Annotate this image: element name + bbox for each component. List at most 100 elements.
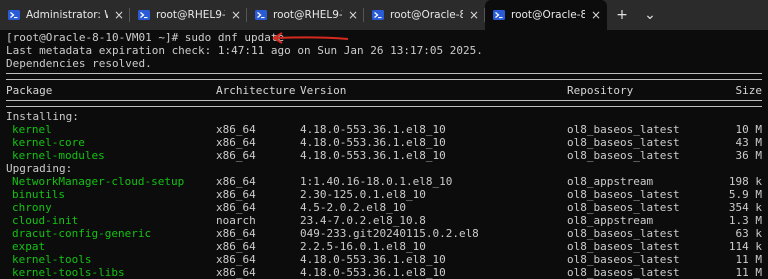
installing-section-label: Installing: bbox=[6, 110, 79, 123]
package-row: kernel-core x86_64 4.18.0-553.36.1.el8_10 o… bbox=[6, 136, 762, 149]
double-rule-divider bbox=[6, 73, 762, 80]
package-arch: x86_64 bbox=[216, 136, 256, 149]
package-arch: x86_64 bbox=[216, 240, 256, 253]
package-row: kernel-tools-libs x86_64 4.18.0-553.36.1.e… bbox=[6, 266, 762, 279]
package-size: 10 M bbox=[735, 123, 763, 136]
package-arch: x86_64 bbox=[216, 123, 256, 136]
package-version: 2.30-125.0.1.el8_10 bbox=[300, 188, 426, 201]
package-row: expat x86_64 2.2.5-16.0.1.el8_10 ol8_baseos… bbox=[6, 240, 762, 253]
package-name: binutils bbox=[12, 188, 65, 201]
package-version: 4.18.0-553.36.1.el8_10 bbox=[300, 149, 446, 162]
package-size: 354 k bbox=[728, 201, 762, 214]
header-size: Size bbox=[735, 84, 763, 97]
package-row: kernel-modules x86_64 4.18.0-553.36.1.el8_… bbox=[6, 149, 762, 162]
package-version: 4.18.0-553.36.1.el8_10 bbox=[300, 266, 446, 279]
package-version: 4.18.0-553.36.1.el8_10 bbox=[300, 123, 446, 136]
tab-label: Administrator: Wir bbox=[26, 9, 108, 21]
package-arch: noarch bbox=[216, 214, 256, 227]
package-arch: x86_64 bbox=[216, 266, 256, 279]
powershell-icon bbox=[8, 10, 20, 20]
package-repository: ol8_baseos_latest bbox=[567, 266, 680, 279]
package-row: kernel-tools x86_64 4.18.0-553.36.1.el8_10… bbox=[6, 253, 762, 266]
powershell-icon bbox=[372, 10, 384, 20]
header-package: Package bbox=[6, 84, 53, 97]
close-icon[interactable]: × bbox=[114, 8, 124, 22]
tab-label: root@RHEL9-Testi bbox=[156, 9, 225, 21]
header-repository: Repository bbox=[567, 84, 634, 97]
tab-administrator[interactable]: Administrator: Wir × bbox=[0, 0, 130, 30]
package-row: binutils x86_64 2.30-125.0.1.el8_10 ol8_bas… bbox=[6, 188, 762, 201]
upgrading-section-label: Upgrading: bbox=[6, 162, 73, 175]
close-icon[interactable]: × bbox=[591, 8, 601, 22]
package-size: 43 M bbox=[735, 136, 763, 149]
package-version: 1:1.40.16-18.0.1.el8_10 bbox=[300, 175, 453, 188]
package-row: cloud-init noarch 23.4-7.0.2.el8_10.8 ol8_a… bbox=[6, 214, 762, 227]
package-name: chrony bbox=[12, 201, 52, 214]
package-size: 198 k bbox=[728, 175, 762, 188]
header-version: Version bbox=[300, 84, 347, 97]
tab-rhel9-1[interactable]: root@RHEL9-Testi × bbox=[130, 0, 247, 30]
package-version: 4.18.0-553.36.1.el8_10 bbox=[300, 136, 446, 149]
package-name: kernel-modules bbox=[12, 149, 105, 162]
package-size: 11 M bbox=[735, 266, 763, 279]
package-repository: ol8_baseos_latest bbox=[567, 253, 680, 266]
package-size: 5.9 M bbox=[728, 188, 762, 201]
tab-oracle-1[interactable]: root@Oracle-8-10 × bbox=[364, 0, 485, 30]
tab-rhel9-2[interactable]: root@RHEL9-Testi × bbox=[247, 0, 364, 30]
package-name: kernel-tools-libs bbox=[12, 266, 125, 279]
package-version: 4.18.0-553.36.1.el8_10 bbox=[300, 253, 446, 266]
package-row: chrony x86_64 4.5-2.0.2.el8_10 ol8_baseos_l… bbox=[6, 201, 762, 214]
package-arch: x86_64 bbox=[216, 201, 256, 214]
close-icon[interactable]: × bbox=[348, 8, 358, 22]
package-size: 36 M bbox=[735, 149, 763, 162]
package-arch: x86_64 bbox=[216, 175, 256, 188]
package-arch: x86_64 bbox=[216, 188, 256, 201]
package-size: 1.3 M bbox=[728, 214, 762, 227]
package-name: NetworkManager-cloud-setup bbox=[12, 175, 185, 188]
package-name: dracut-config-generic bbox=[12, 227, 152, 240]
package-arch: x86_64 bbox=[216, 227, 256, 240]
package-row: kernel x86_64 4.18.0-553.36.1.el8_10 ol8_ba… bbox=[6, 123, 762, 136]
package-version: 4.5-2.0.2.el8_10 bbox=[300, 201, 406, 214]
command-prompt-line: [root@Oracle-8-10-VM01 ~]# sudo dnf upda… bbox=[6, 31, 285, 44]
new-tab-button[interactable]: + bbox=[607, 0, 637, 30]
package-name: kernel-core bbox=[12, 136, 85, 149]
package-arch: x86_64 bbox=[216, 149, 256, 162]
package-repository: ol8_baseos_latest bbox=[567, 227, 680, 240]
package-repository: ol8_baseos_latest bbox=[567, 201, 680, 214]
package-name: kernel-tools bbox=[12, 253, 92, 266]
powershell-icon bbox=[493, 10, 505, 20]
tab-oracle-2-active[interactable]: root@Oracle-8-10 × bbox=[485, 0, 607, 30]
package-size: 63 k bbox=[735, 227, 763, 240]
package-version: 23.4-7.0.2.el8_10.8 bbox=[300, 214, 426, 227]
package-version: 049-233.git20240115.0.2.el8 bbox=[300, 227, 479, 240]
package-arch: x86_64 bbox=[216, 253, 256, 266]
tab-label: root@RHEL9-Testi bbox=[273, 9, 342, 21]
tab-label: root@Oracle-8-10 bbox=[390, 9, 463, 21]
double-rule-divider bbox=[6, 100, 762, 107]
package-size: 114 k bbox=[728, 240, 762, 253]
table-header-row: Package Architecture Version Repository … bbox=[6, 84, 762, 97]
package-name: expat bbox=[12, 240, 46, 253]
package-repository: ol8_baseos_latest bbox=[567, 149, 680, 162]
package-repository: ol8_appstream bbox=[567, 214, 654, 227]
close-icon[interactable]: × bbox=[231, 8, 241, 22]
terminal-output[interactable]: [root@Oracle-8-10-VM01 ~]# sudo dnf upda… bbox=[0, 30, 768, 279]
package-repository: ol8_baseos_latest bbox=[567, 240, 680, 253]
package-name: kernel bbox=[12, 123, 52, 136]
header-architecture: Architecture bbox=[216, 84, 296, 97]
powershell-icon bbox=[138, 10, 150, 20]
tab-bar: Administrator: Wir × root@RHEL9-Testi × … bbox=[0, 0, 768, 30]
package-repository: ol8_baseos_latest bbox=[567, 123, 680, 136]
close-icon[interactable]: × bbox=[469, 8, 479, 22]
dropdown-button[interactable]: ⌄ bbox=[637, 0, 663, 30]
package-row: NetworkManager-cloud-setup x86_64 1:1.40.1… bbox=[6, 175, 762, 188]
package-repository: ol8_appstream bbox=[567, 175, 654, 188]
metadata-line: Last metadata expiration check: 1:47:11 … bbox=[6, 44, 483, 57]
package-size: 11 M bbox=[735, 253, 763, 266]
dependencies-resolved-line: Dependencies resolved. bbox=[6, 57, 152, 70]
package-name: cloud-init bbox=[12, 214, 79, 227]
powershell-icon bbox=[255, 10, 267, 20]
package-version: 2.2.5-16.0.1.el8_10 bbox=[300, 240, 426, 253]
package-repository: ol8_baseos_latest bbox=[567, 136, 680, 149]
